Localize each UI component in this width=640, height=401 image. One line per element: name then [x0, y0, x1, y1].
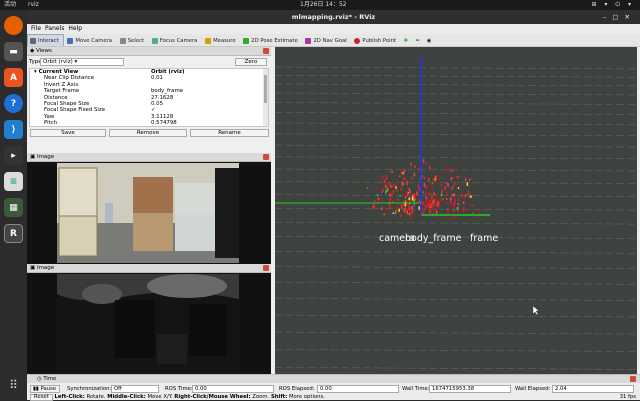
select-tool[interactable]: Select: [118, 35, 148, 46]
close-icon[interactable]: [263, 265, 269, 271]
view-type-row: Type: Orbit (rviz) ▾ Zero: [27, 56, 271, 68]
left-dock: ◆ Views Type: Orbit (rviz) ▾ Zero ▾ Curr…: [27, 47, 271, 375]
show-apps-icon[interactable]: ⠿: [5, 378, 22, 395]
menu-help[interactable]: Help: [68, 24, 82, 34]
vscode-icon[interactable]: ⟩: [4, 120, 23, 139]
text-editor-icon[interactable]: ≡: [4, 172, 23, 191]
rviz-icon[interactable]: R: [4, 224, 23, 243]
window-titlebar: mlmapping.rviz* - RViz –▢✕: [27, 10, 640, 24]
image-panel-header: ▣ Image: [27, 264, 271, 273]
close-icon[interactable]: [263, 48, 269, 54]
tool-toolbar: Interact Move Camera Select Focus Camera…: [27, 34, 640, 47]
interact-tool[interactable]: Interact: [27, 34, 64, 46]
zero-button[interactable]: Zero: [235, 58, 267, 66]
rgb-camera-image: [57, 163, 239, 263]
system-tray[interactable]: ⊞ ▾ ⏻ ▾: [591, 0, 634, 10]
wall-elapsed-label: Wall Elapsed:: [515, 386, 551, 392]
camera-type-icon[interactable]: ◉: [425, 35, 436, 46]
wall-time-field[interactable]: 1674715953.38: [429, 385, 511, 393]
publish-point-tool[interactable]: Publish Point: [352, 35, 400, 46]
help-icon[interactable]: ?: [4, 94, 23, 113]
nav-goal-tool[interactable]: 2D Nav Goal: [303, 35, 350, 46]
clock[interactable]: 1月26日 14：52: [300, 0, 347, 10]
3d-viewport[interactable]: camera body_frame frame: [275, 47, 637, 374]
close-icon[interactable]: [263, 154, 269, 160]
hint-mid-key: Middle-Click:: [107, 394, 146, 400]
rename-button[interactable]: Rename: [190, 129, 269, 137]
views-panel: ◆ Views Type: Orbit (rviz) ▾ Zero ▾ Curr…: [27, 47, 271, 138]
pause-button[interactable]: ▮▮ Pause: [30, 385, 60, 393]
hint-right-text: Zoom.: [250, 394, 271, 400]
time-title: Time: [43, 376, 57, 382]
image-panel-header: ▣ Image: [27, 153, 271, 162]
ros-time-label: ROS Time:: [165, 386, 193, 392]
measure-tool[interactable]: Measure: [203, 35, 240, 46]
activities-button[interactable]: 活动: [4, 0, 16, 10]
window-title: mlmapping.rviz* - RViz: [291, 13, 376, 21]
close-icon[interactable]: [630, 376, 636, 382]
tf-label-body: body_frame: [405, 233, 462, 244]
hint-right-key: Right-Click/Mouse Wheel:: [174, 394, 251, 400]
sync-label: Synchronization:: [67, 386, 112, 392]
view-type-select[interactable]: Orbit (rviz) ▾: [40, 58, 124, 66]
hint-left-text: Rotate.: [84, 394, 108, 400]
views-header: ◆ Views: [27, 47, 271, 56]
remove-tool-icon[interactable]: ━: [414, 35, 423, 46]
add-tool-icon[interactable]: ✚: [402, 35, 412, 46]
dock: ▬ A ? ⟩ ▸ ≡ ▦ R ⠿: [0, 10, 27, 400]
files-icon[interactable]: ▬: [4, 42, 23, 61]
software-center-icon[interactable]: A: [4, 68, 23, 87]
ros-elapsed-field[interactable]: 0.00: [317, 385, 399, 393]
view-properties-tree: ▾ Current View Orbit (rviz) Near Clip Dis…: [29, 68, 269, 127]
properties-scrollbar[interactable]: [263, 69, 268, 126]
hint-shift-key: Shift:: [270, 394, 288, 400]
image-panel-rgb: ▣ Image: [27, 153, 271, 264]
window-controls[interactable]: –▢✕: [603, 10, 636, 24]
pose-estimate-tool[interactable]: 2D Pose Estimate: [241, 35, 301, 46]
depth-camera-image: [57, 274, 239, 374]
time-header: ◷ Time: [27, 375, 640, 383]
ros-elapsed-label: ROS Elapsed:: [279, 386, 315, 392]
active-app-menu[interactable]: rviz: [28, 0, 39, 10]
hint-mid-text: Move X/Y.: [145, 394, 175, 400]
focus-camera-tool[interactable]: Focus Camera: [150, 35, 202, 46]
menu-panels[interactable]: Panels: [45, 24, 64, 34]
menu-file[interactable]: File: [31, 24, 41, 34]
rviz-window: mlmapping.rviz* - RViz –▢✕ File Panels Hel…: [27, 10, 640, 401]
property-row[interactable]: Pitch 0.574798: [30, 120, 268, 126]
menu-bar: File Panels Help: [27, 24, 640, 34]
hint-shift-text: More options.: [287, 394, 325, 400]
image-panel-depth: ▣ Image: [27, 264, 271, 375]
time-panel: ◷ Time ▮▮ Pause Synchronization: Off ROS…: [27, 374, 640, 401]
firefox-icon[interactable]: [4, 16, 23, 35]
wall-time-label: Wall Time:: [402, 386, 430, 392]
rviz-green-icon[interactable]: ▦: [4, 198, 23, 217]
views-title: Views: [35, 48, 52, 54]
wall-elapsed-field[interactable]: 2.04: [552, 385, 634, 393]
tf-label-frame: frame: [470, 233, 498, 244]
remove-button[interactable]: Remove: [109, 129, 187, 137]
save-button[interactable]: Save: [30, 129, 106, 137]
terminal-icon[interactable]: ▸: [4, 146, 23, 165]
3d-scene[interactable]: camera body_frame frame: [275, 47, 637, 374]
sync-select[interactable]: Off: [111, 385, 159, 393]
ros-time-field[interactable]: 0.00: [192, 385, 274, 393]
views-buttons: Save Remove Rename: [27, 127, 271, 138]
system-top-bar: 活动 rviz 1月26日 14：52 ⊞ ▾ ⏻ ▾: [0, 0, 640, 10]
hint-left-key: Left-Click:: [54, 394, 85, 400]
move-camera-tool[interactable]: Move Camera: [65, 35, 116, 46]
